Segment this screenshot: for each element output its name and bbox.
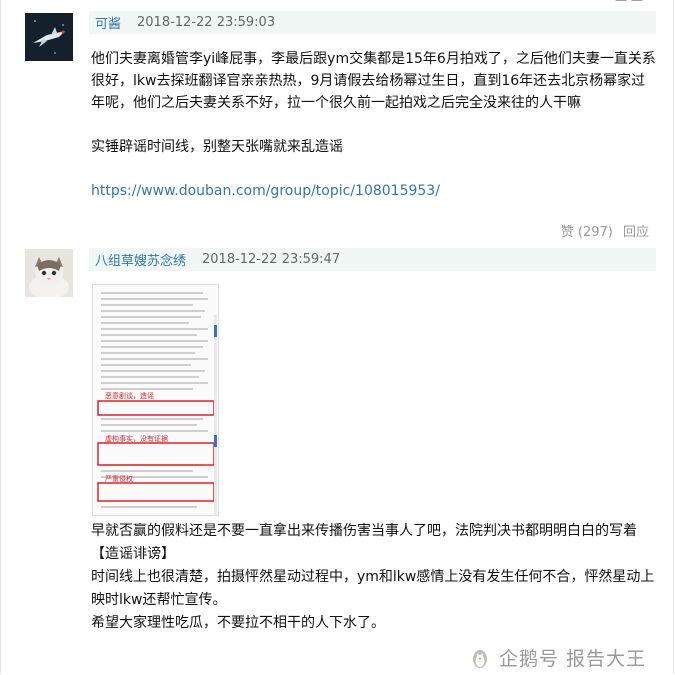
comment-paragraph: 时间线上也很清楚，拍摄怦然星动过程中，ym和lkw感情上没有发生任何不合，怦然星… <box>91 569 655 608</box>
avatar[interactable] <box>25 249 73 297</box>
comment-timestamp: 2018-12-22 23:59:47 <box>202 252 341 267</box>
avatar[interactable] <box>25 13 73 61</box>
reply-button[interactable]: 回应 <box>623 225 649 240</box>
like-button[interactable]: 赞 (297) <box>561 225 613 240</box>
comment-paragraph: 实锤辟谣时间线，别整天张嘴就来乱造谣 <box>91 139 343 155</box>
previous-comment-actions-cutoff: — — <box>615 0 643 6</box>
comment-paragraph: 早就否赢的假料还是不要一直拿出来传播伤害当事人了吧，法院判决书都明明白白的写着【… <box>91 523 637 562</box>
annotation-label: 恶意剧谈，造谣 <box>105 391 154 400</box>
penguin-icon <box>473 649 487 668</box>
comment-body: 早就否赢的假料还是不要一直拿出来传播伤害当事人了吧，法院判决书都明明白白的写着【… <box>91 520 663 635</box>
comment-link[interactable]: https://www.douban.com/group/topic/10801… <box>91 183 440 199</box>
watermark: 企鹅号 报告大王 <box>469 644 646 671</box>
comment-body: 他们夫妻离婚管李yi峰屁事，李最后跟ym交集都是15年6月拍戏了，之后他们夫妻一… <box>91 48 659 202</box>
comment-username[interactable]: 可酱 <box>95 13 121 32</box>
annotation-label: 虚构事实，没有证据 <box>105 434 168 443</box>
court-document-image[interactable]: 恶意剧谈，造谣 虚构事实，没有证据 严重侵权 <box>92 284 219 516</box>
comment-actions: 赞 (297) 回应 <box>555 221 649 240</box>
comment-timestamp: 2018-12-22 23:59:03 <box>137 15 276 30</box>
comment-username[interactable]: 八组草嫂苏念绣 <box>95 250 186 269</box>
avatar-image <box>25 13 73 61</box>
comment-paragraph: 希望大家理性吃瓜，不要拉不相干的人下水了。 <box>91 615 385 631</box>
comment-header: 八组草嫂苏念绣 2018-12-22 23:59:47 <box>89 248 656 271</box>
annotation-label: 严重侵权 <box>105 474 133 483</box>
comment-paragraph: 他们夫妻离婚管李yi峰屁事，李最后跟ym交集都是15年6月拍戏了，之后他们夫妻一… <box>91 51 656 111</box>
comment-header: 可酱 2018-12-22 23:59:03 <box>89 11 656 34</box>
comment-list: — — 可酱 2018-12-22 23:59:03 他们夫妻离婚管李yi峰屁事… <box>0 0 674 674</box>
document-lines-graphic: 恶意剧谈，造谣 虚构事实，没有证据 严重侵权 <box>93 285 218 515</box>
avatar-image <box>25 249 73 297</box>
watermark-text: 企鹅号 报告大王 <box>499 648 647 670</box>
